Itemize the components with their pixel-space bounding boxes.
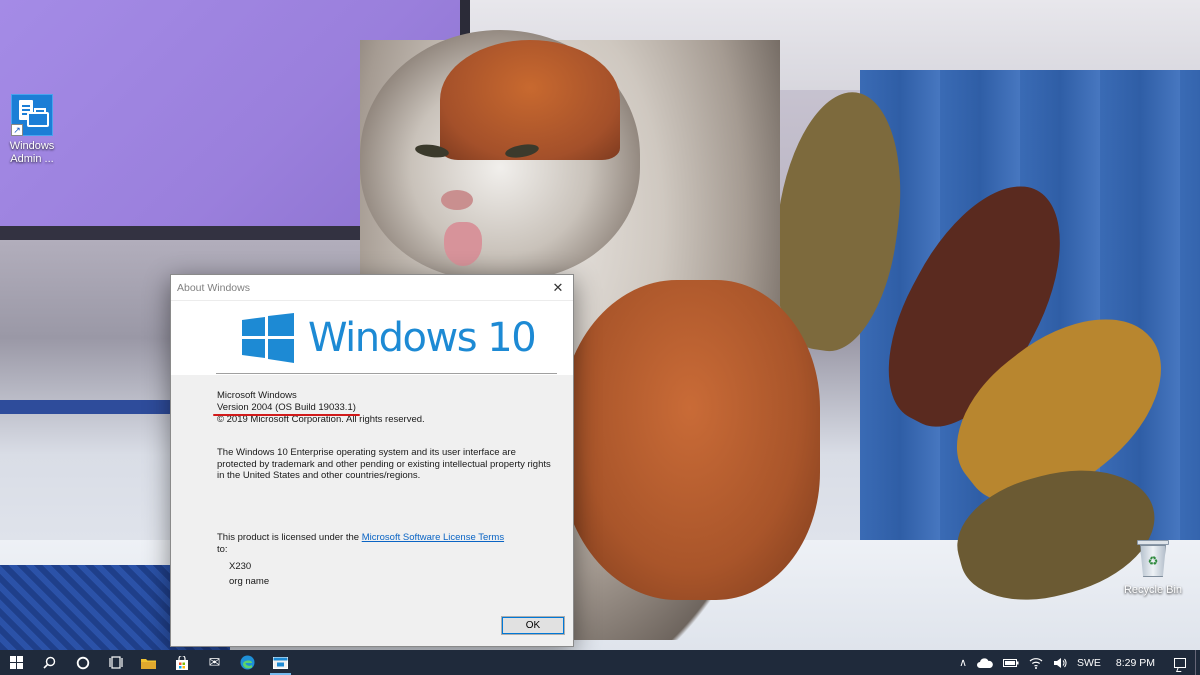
mail-button[interactable]: ✉ — [198, 650, 231, 675]
file-explorer-icon — [141, 658, 156, 669]
cat-hat — [440, 40, 620, 160]
dialog-title: About Windows — [177, 281, 250, 294]
close-button[interactable]: ✕ — [543, 275, 573, 300]
notification-icon — [1174, 657, 1186, 668]
desktop-icon-label: Windows Admin ... — [9, 140, 55, 165]
wallpaper-strip — [0, 400, 180, 414]
start-icon — [10, 656, 23, 669]
battery-button[interactable] — [998, 650, 1024, 675]
turkey-costume — [560, 280, 820, 600]
cortana-icon — [76, 656, 89, 669]
license-prefix: This product is licensed under the — [217, 532, 362, 543]
cat-nose — [441, 190, 473, 210]
edge-icon — [240, 655, 255, 670]
dialog-titlebar[interactable]: About Windows ✕ — [171, 275, 573, 300]
desktop-icon-recycle-bin[interactable]: ♻ Recycle Bin — [1117, 540, 1189, 597]
licensed-org: org name — [229, 576, 270, 587]
separator — [216, 373, 557, 374]
show-hidden-icons-button[interactable]: ∧ — [954, 650, 972, 675]
windows-10-wordmark: Windows 10 — [308, 315, 537, 361]
store-icon — [175, 655, 188, 670]
license-text: This product is licensed under the Micro… — [217, 532, 517, 555]
task-view-icon — [108, 656, 123, 669]
cat-tongue — [444, 222, 482, 266]
desktop-icon-windows-admin-center[interactable]: ↗ Windows Admin ... — [0, 94, 67, 166]
legal-text: The Windows 10 Enterprise operating syst… — [217, 447, 551, 481]
license-terms-link[interactable]: Microsoft Software License Terms — [362, 532, 504, 543]
version-text: Version 2004 (OS Build 19033.1) — [217, 402, 356, 413]
clock-button[interactable]: 8:29 PM — [1106, 657, 1165, 669]
version-line: Version 2004 (OS Build 19033.1) — [213, 402, 360, 416]
taskbar: ✉ ∧ SWE 8:29 PM — [0, 650, 1200, 675]
search-icon — [43, 656, 56, 669]
file-explorer-button[interactable] — [132, 650, 165, 675]
action-center-button[interactable] — [1165, 650, 1195, 675]
store-button[interactable] — [165, 650, 198, 675]
brand-banner: Windows 10 — [171, 300, 573, 375]
onedrive-button[interactable] — [972, 650, 998, 675]
clock-time: 8:29 PM — [1115, 656, 1155, 669]
wifi-icon — [1029, 657, 1043, 669]
about-windows-icon — [273, 656, 288, 669]
ok-button[interactable]: OK — [501, 616, 565, 635]
language-indicator: SWE — [1076, 656, 1101, 669]
product-name: Microsoft Windows — [217, 390, 297, 401]
close-icon: ✕ — [552, 279, 564, 295]
cortana-button[interactable] — [66, 650, 99, 675]
speaker-icon — [1053, 657, 1067, 668]
volume-button[interactable] — [1048, 650, 1072, 675]
cloud-icon — [976, 657, 993, 668]
licensed-user: X230 — [229, 561, 252, 572]
windows-logo-icon — [242, 313, 294, 363]
battery-icon — [1002, 658, 1019, 667]
edge-button[interactable] — [231, 650, 264, 675]
start-button[interactable] — [0, 650, 33, 675]
show-desktop-button[interactable] — [1195, 650, 1200, 675]
network-button[interactable] — [1024, 650, 1048, 675]
system-tray: ∧ SWE 8:29 PM — [954, 650, 1200, 675]
chevron-up-icon: ∧ — [959, 656, 967, 669]
search-button[interactable] — [33, 650, 66, 675]
license-suffix: to: — [217, 543, 228, 555]
desktop-icon-label: Recycle Bin — [1123, 584, 1183, 596]
about-windows-dialog: About Windows ✕ Windows 10 Microsoft Win… — [170, 274, 574, 647]
input-language-button[interactable]: SWE — [1072, 650, 1106, 675]
task-view-button[interactable] — [99, 650, 132, 675]
mail-icon: ✉ — [208, 654, 221, 670]
recycle-bin-icon: ♻ — [1137, 540, 1169, 578]
red-underline-annotation — [213, 414, 360, 416]
windows-admin-center-icon: ↗ — [11, 94, 53, 136]
product-info: Microsoft Windows Version 2004 (OS Build… — [213, 390, 425, 426]
about-windows-taskbar-button[interactable] — [264, 650, 297, 675]
